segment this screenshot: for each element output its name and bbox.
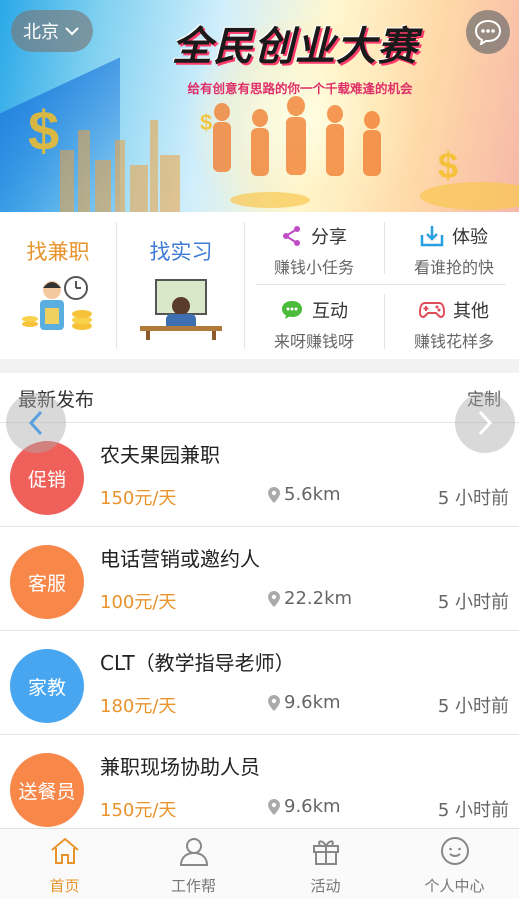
chevron-right-icon xyxy=(478,410,493,436)
prev-arrow-button[interactable] xyxy=(6,393,66,453)
job-time: 5 小时前 xyxy=(437,592,509,613)
job-distance: 5.6km xyxy=(268,484,341,505)
download-icon xyxy=(420,226,444,247)
tab-personal-center[interactable]: 个人中心 xyxy=(390,829,519,899)
job-list-item[interactable]: 客服 电话营销或邀约人 100元/天 22.2km 5 小时前 xyxy=(0,527,519,631)
svg-text:$: $ xyxy=(28,99,59,162)
part-time-worker-illustration xyxy=(22,276,92,330)
chevron-down-icon xyxy=(65,26,79,35)
job-pay: 150元/天 xyxy=(100,800,177,821)
divider xyxy=(384,294,385,349)
section-gap xyxy=(0,359,519,373)
divider xyxy=(384,222,385,274)
job-time: 5 小时前 xyxy=(437,488,509,509)
category-badge: 家教 xyxy=(10,649,84,723)
svg-text:$: $ xyxy=(200,110,212,135)
tab-label: 活动 xyxy=(310,877,341,895)
job-time: 5 小时前 xyxy=(437,800,509,821)
chevron-left-icon xyxy=(28,410,43,436)
category-subtitle: 来呀赚钱呀 xyxy=(273,332,354,351)
category-badge: 送餐员 xyxy=(10,753,84,827)
category-subtitle: 赚钱花样多 xyxy=(413,332,494,351)
chat-icon xyxy=(282,301,302,319)
job-title: 电话营销或邀约人 xyxy=(100,547,260,571)
banner-title: 全民创业大赛 xyxy=(172,24,418,70)
svg-text:$: $ xyxy=(438,145,458,186)
category-share[interactable]: 分享 赚钱小任务 xyxy=(246,218,382,288)
job-distance: 9.6km xyxy=(268,796,341,817)
category-title: 互动 xyxy=(312,301,348,322)
job-pay: 180元/天 xyxy=(100,696,177,717)
message-button[interactable] xyxy=(466,10,510,54)
job-pay: 150元/天 xyxy=(100,488,177,509)
job-list-item[interactable]: 家教 CLT（教学指导老师） 180元/天 9.6km 5 小时前 xyxy=(0,631,519,735)
distance-text: 9.6km xyxy=(284,796,341,817)
job-list-item[interactable]: 促销 农夫果园兼职 150元/天 5.6km 5 小时前 xyxy=(0,423,519,527)
next-arrow-button[interactable] xyxy=(455,393,515,453)
category-label: 找实习 xyxy=(149,240,213,264)
banner-subtitle: 给有创意有思路的你一个千载难逢的机会 xyxy=(187,81,413,96)
internship-desk-illustration xyxy=(140,279,222,340)
category-experience[interactable]: 体验 看谁抢的快 xyxy=(386,218,519,288)
home-icon xyxy=(50,837,79,864)
category-grid: 找兼职 找实习 分享 赚钱小任务 体验 看谁抢的快 互动 来呀赚钱呀 其他 赚钱… xyxy=(0,212,519,359)
job-distance: 9.6km xyxy=(268,692,341,713)
category-find-part-time[interactable]: 找兼职 xyxy=(0,212,116,359)
city-selector[interactable]: 北京 xyxy=(11,10,93,52)
category-title: 体验 xyxy=(452,227,488,248)
job-title: CLT（教学指导老师） xyxy=(100,651,295,675)
gamepad-icon xyxy=(419,302,445,318)
tab-activities[interactable]: 活动 xyxy=(261,829,390,899)
category-subtitle: 看谁抢的快 xyxy=(413,258,494,277)
category-label: 找兼职 xyxy=(26,240,90,264)
location-pin-icon xyxy=(268,590,280,607)
chat-bubble-icon xyxy=(474,19,502,45)
user-icon xyxy=(179,838,208,866)
location-pin-icon xyxy=(268,694,280,711)
job-title: 农夫果园兼职 xyxy=(100,443,220,467)
category-badge: 促销 xyxy=(10,441,84,515)
smile-face-icon xyxy=(440,837,469,865)
tab-work-help[interactable]: 工作帮 xyxy=(129,829,258,899)
latest-header: 最新发布 定制 xyxy=(0,373,519,423)
category-interact[interactable]: 互动 来呀赚钱呀 xyxy=(246,292,382,362)
job-distance: 22.2km xyxy=(268,588,352,609)
category-find-internship[interactable]: 找实习 xyxy=(117,212,245,359)
job-pay: 100元/天 xyxy=(100,592,177,613)
job-title: 兼职现场协助人员 xyxy=(100,755,260,779)
tab-label: 工作帮 xyxy=(170,877,216,895)
category-other[interactable]: 其他 赚钱花样多 xyxy=(386,292,519,362)
tab-label: 首页 xyxy=(49,877,80,895)
category-title: 分享 xyxy=(311,227,347,248)
job-list-item[interactable]: 送餐员 兼职现场协助人员 150元/天 9.6km 5 小时前 xyxy=(0,735,519,839)
tab-label: 个人中心 xyxy=(424,877,485,895)
tab-home[interactable]: 首页 xyxy=(0,829,129,899)
distance-text: 22.2km xyxy=(284,588,353,609)
gift-icon xyxy=(312,840,339,865)
share-icon xyxy=(283,226,300,246)
job-time: 5 小时前 xyxy=(437,696,509,717)
category-badge: 客服 xyxy=(10,545,84,619)
city-label: 北京 xyxy=(23,22,59,43)
distance-text: 9.6km xyxy=(284,692,341,713)
distance-text: 5.6km xyxy=(284,484,341,505)
category-subtitle: 赚钱小任务 xyxy=(273,258,354,277)
divider xyxy=(244,222,245,349)
location-pin-icon xyxy=(268,798,280,815)
category-title: 其他 xyxy=(453,301,489,322)
bottom-tab-bar: 首页 工作帮 活动 个人中心 xyxy=(0,828,519,899)
location-pin-icon xyxy=(268,486,280,503)
